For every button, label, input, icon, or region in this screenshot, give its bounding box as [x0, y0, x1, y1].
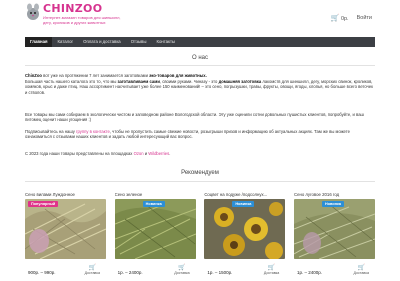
login-link[interactable]: Войти	[357, 15, 372, 21]
about-paragraph-3: Все товары мы сами собираем в экологичес…	[25, 112, 364, 123]
about-paragraph-5: С 2023 года наши товары представлены на …	[25, 151, 171, 156]
new-badge: Новинка	[142, 201, 165, 207]
nav-item-catalog[interactable]: Каталог	[52, 37, 78, 47]
brand-tagline: Интернет-магазин товаров для шиншилл, де…	[43, 15, 121, 25]
delivery-button[interactable]: 🛒 Доставка	[85, 265, 100, 275]
product-price: 1р. – 1500р.	[207, 270, 233, 275]
main-nav: Главная Каталог Оплата и доставка Отзывы…	[25, 37, 375, 47]
product-image[interactable]: Популярный	[25, 199, 106, 259]
recommended-title: Рекомендуем	[181, 170, 219, 176]
cart-button[interactable]: 🛒 0р.	[331, 14, 349, 22]
product-name[interactable]: Сено зеленое	[115, 192, 196, 199]
new-badge: Новинка	[321, 201, 345, 207]
product-grid: Сено вилами Луждонное Популярный 900р. –…	[25, 192, 375, 275]
about-paragraph-4: Подписывайтесь на нашу группу в контакте…	[25, 129, 350, 140]
divider	[25, 181, 375, 182]
divider	[25, 65, 375, 66]
product-image[interactable]: Новинка	[114, 199, 196, 259]
product-price: 1р. – 2400р.	[296, 270, 322, 275]
product-card[interactable]: Сено зеленое Новинка 1р. – 2400р. 🛒 Доста…	[114, 192, 196, 275]
about-title: О нас	[192, 55, 208, 61]
about-paragraph-1: ChinZoo вот уже на протяжении 7 лет зани…	[25, 73, 207, 78]
cart-icon: 🛒	[330, 15, 340, 22]
site-header: CHINZOO Интернет-магазин товаров для шин…	[0, 0, 400, 30]
product-price: 900р. – 990р.	[28, 270, 56, 275]
product-image[interactable]: Новинка	[293, 199, 375, 259]
nav-item-home[interactable]: Главная	[25, 37, 53, 47]
about-paragraph-2: Большая часть нашего каталога это то, чт…	[25, 79, 373, 95]
product-price: 1р. – 2400р.	[117, 270, 143, 275]
product-image[interactable]: Новинка	[204, 199, 286, 259]
product-name[interactable]: Сено вилами Луждонное	[25, 192, 106, 199]
nav-item-reviews[interactable]: Отзывы	[126, 37, 152, 47]
delivery-button[interactable]: 🛒 Доставка	[264, 265, 279, 275]
chinchilla-logo-icon	[25, 3, 41, 21]
logo[interactable]: CHINZOO Интернет-магазин товаров для шин…	[25, 3, 123, 25]
delivery-button[interactable]: 🛒 Доставка	[354, 265, 369, 275]
product-card[interactable]: Сено вилами Луждонное Популярный 900р. –…	[25, 192, 106, 275]
about-brand: ChinZoo	[25, 73, 42, 78]
nav-item-payment-delivery[interactable]: Оплата и доставка	[78, 37, 126, 47]
product-name[interactable]: Сено луговое 2016 год	[294, 192, 375, 199]
product-card[interactable]: Соцвет на подуже /подсолнух... Новинка 1…	[204, 192, 286, 275]
wildberries-link[interactable]: Wildberries	[148, 151, 169, 156]
product-card[interactable]: Сено луговое 2016 год Новинка 1р. – 2400…	[293, 192, 375, 275]
cart-area: 🛒 0р. Войти	[331, 14, 372, 22]
vk-group-link[interactable]: группу в контакте	[76, 129, 110, 134]
product-name[interactable]: Соцвет на подуже /подсолнух...	[204, 192, 285, 199]
brand-name: CHINZOO	[43, 2, 103, 15]
delivery-button[interactable]: 🛒 Доставка	[174, 265, 189, 275]
cart-total: 0р.	[340, 16, 349, 22]
nav-item-contacts[interactable]: Контакты	[151, 37, 180, 47]
popular-badge: Популярный	[28, 201, 59, 207]
ozon-link[interactable]: Ozon	[134, 151, 144, 156]
new-badge: Новинка	[232, 201, 255, 207]
